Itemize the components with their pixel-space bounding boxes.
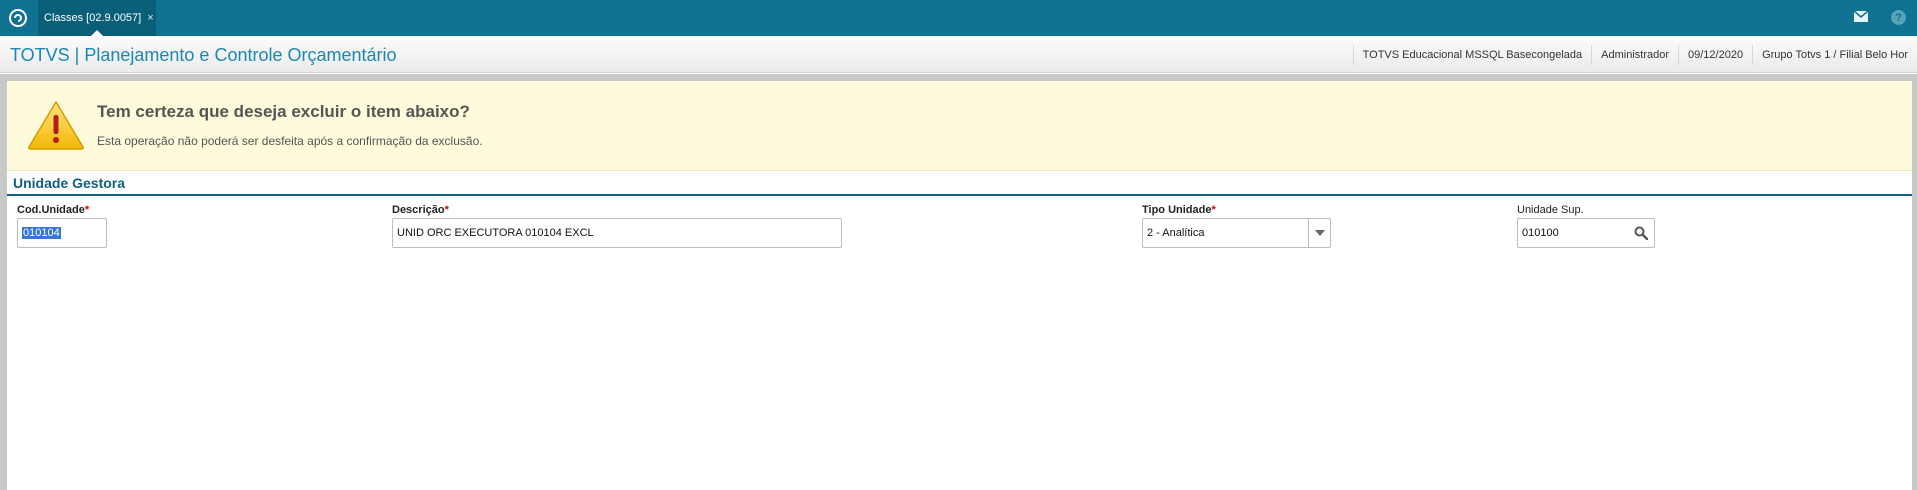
help-icon[interactable]: ?	[1891, 10, 1906, 25]
tab-label: Classes [02.9.0057]	[44, 12, 142, 24]
required-marker: *	[84, 204, 90, 216]
close-icon[interactable]: ×	[147, 12, 153, 24]
section-divider	[7, 194, 1912, 196]
unidade-sup-field[interactable]: 010100	[1517, 218, 1655, 248]
unidade-sup-value: 010100	[1522, 227, 1559, 239]
header-info-user[interactable]: Administrador	[1591, 45, 1678, 65]
warning-banner: Tem certeza que deseja excluir o item ab…	[7, 81, 1912, 171]
page-title: TOTVS | Planejamento e Controle Orçament…	[10, 45, 397, 65]
warning-title: Tem certeza que deseja excluir o item ab…	[97, 102, 470, 121]
descricao-label: Descrição*	[392, 204, 449, 216]
required-marker: *	[444, 204, 449, 216]
chevron-down-icon	[1314, 230, 1325, 236]
cod-unidade-field[interactable]: 010104	[17, 218, 107, 248]
header-info-date: 09/12/2020	[1678, 45, 1752, 65]
header-info-database: TOTVS Educacional MSSQL Basecongelada	[1352, 45, 1592, 65]
tipo-unidade-dropdown-button[interactable]	[1308, 219, 1330, 247]
main-content: Tem certeza que deseja excluir o item ab…	[7, 81, 1912, 490]
cod-unidade-label: Cod.Unidade*	[17, 204, 90, 216]
warning-text: Esta operação não poderá ser desfeita ap…	[97, 134, 483, 148]
app-logo-icon[interactable]	[9, 9, 27, 27]
tipo-unidade-label: Tipo Unidade*	[1142, 204, 1216, 216]
warning-icon	[28, 101, 84, 150]
main-frame: Tem certeza que deseja excluir o item ab…	[0, 74, 1917, 490]
header-info: TOTVS Educacional MSSQL Basecongelada Ad…	[1352, 37, 1917, 73]
descricao-value: UNID ORC EXECUTORA 010104 EXCL	[397, 227, 594, 239]
search-icon[interactable]	[1634, 226, 1648, 240]
descricao-field[interactable]: UNID ORC EXECUTORA 010104 EXCL	[392, 218, 842, 248]
unidade-sup-label: Unidade Sup.	[1517, 204, 1584, 216]
active-tab-indicator	[91, 30, 103, 36]
top-bar: Classes [02.9.0057] × ?	[0, 0, 1917, 36]
cod-unidade-value: 010104	[22, 227, 61, 239]
header-info-branch[interactable]: Grupo Totvs 1 / Filial Belo Hor	[1752, 45, 1917, 65]
mail-icon[interactable]	[1854, 11, 1868, 22]
required-marker: *	[1211, 204, 1216, 216]
section-title: Unidade Gestora	[13, 175, 126, 191]
tipo-unidade-value: 2 - Analítica	[1147, 227, 1205, 239]
tipo-unidade-select[interactable]: 2 - Analítica	[1142, 218, 1331, 248]
app-header: TOTVS | Planejamento e Controle Orçament…	[0, 37, 1917, 73]
